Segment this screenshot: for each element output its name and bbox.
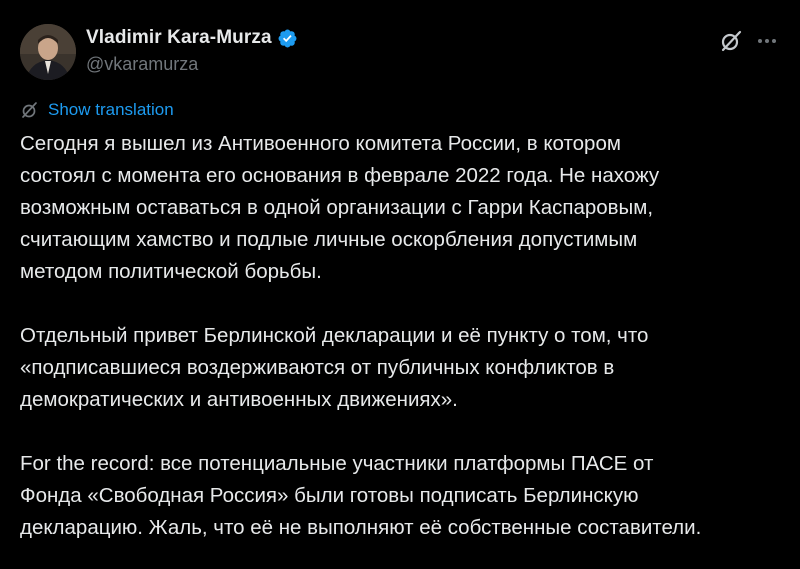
handle[interactable]: @vkaramurza [86, 54, 298, 75]
tweet-line: возможным оставаться в одной организации… [20, 196, 654, 219]
display-name-row: Vladimir Kara-Murza [86, 26, 298, 50]
show-translation-label[interactable]: Show translation [48, 100, 174, 120]
more-options-icon[interactable] [754, 28, 780, 54]
tweet: Vladimir Kara-Murza @vkaramurza Show tra… [0, 0, 800, 569]
tweet-line: Сегодня я вышел из Антивоенного комитета… [20, 132, 621, 155]
tweet-line: считающим хамство и подлые личные оскорб… [20, 228, 638, 251]
tweet-line: Отдельный привет Берлинской декларации и… [20, 324, 649, 347]
avatar[interactable] [20, 24, 76, 80]
show-translation-link[interactable]: Show translation [20, 100, 174, 120]
verified-badge-icon[interactable] [277, 28, 298, 49]
translate-icon [22, 102, 37, 118]
tweet-line: For the record: все потенциальные участн… [20, 452, 654, 475]
tweet-line: демократических и антивоенных движениях»… [20, 388, 458, 411]
tweet-line: Фонда «Свободная Россия» были готовы под… [20, 484, 639, 507]
tweet-line: состоял с момента его основания в феврал… [20, 164, 660, 187]
tweet-text: Сегодня я вышел из Антивоенного комитета… [20, 128, 790, 544]
tweet-line: декларацию. Жаль, что её не выполняют её… [20, 516, 702, 539]
avatar-image [20, 24, 76, 80]
tweet-line: методом политической борьбы. [20, 260, 322, 283]
display-name[interactable]: Vladimir Kara-Murza [86, 27, 272, 49]
grok-icon[interactable] [718, 28, 744, 54]
tweet-line: «подписавшиеся воздерживаются от публичн… [20, 356, 615, 379]
author-block: Vladimir Kara-Murza @vkaramurza [86, 26, 298, 75]
